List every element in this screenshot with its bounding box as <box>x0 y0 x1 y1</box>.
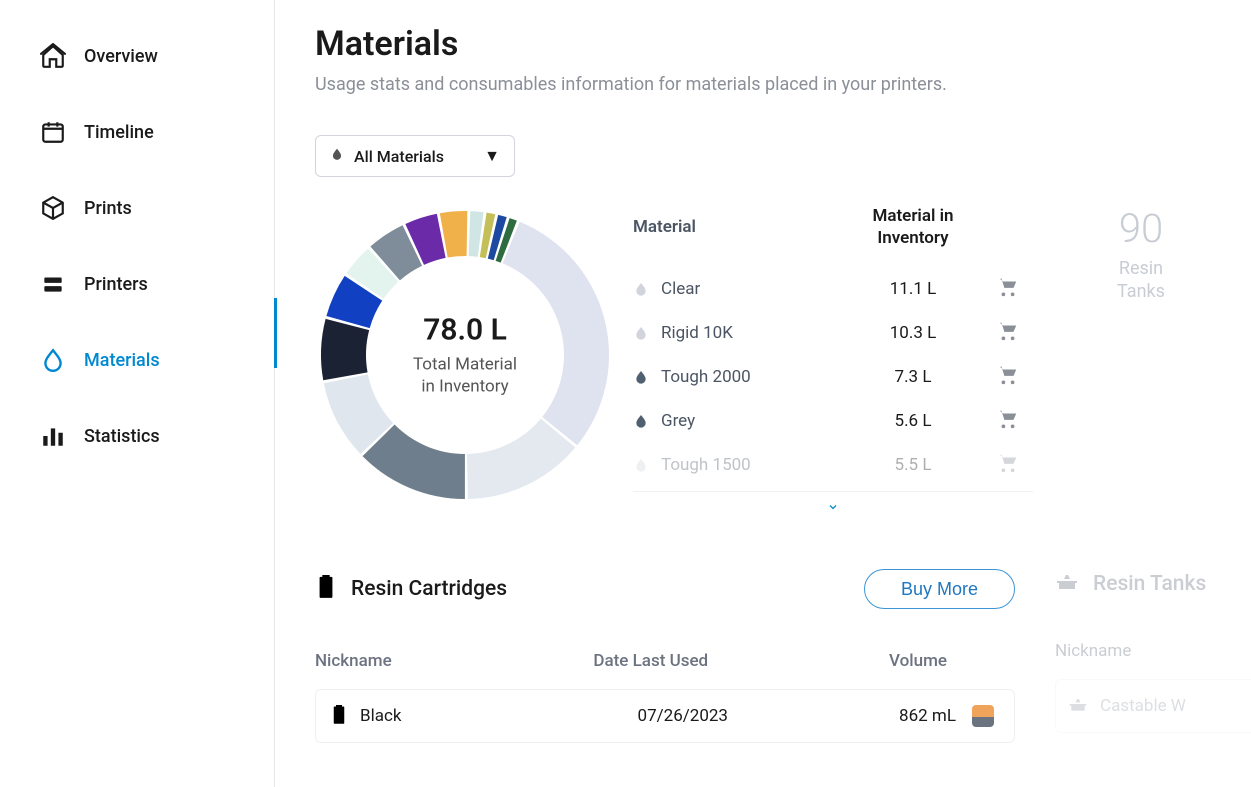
material-amount: 7.3 L <box>843 367 983 387</box>
shop-cart-button[interactable] <box>983 408 1033 435</box>
sidebar-item-label: Printers <box>84 274 148 295</box>
donut-slice[interactable] <box>503 222 609 445</box>
filter-selected-label: All Materials <box>354 147 444 166</box>
cartridge-date: 07/26/2023 <box>579 706 787 726</box>
col-header-volume: Volume <box>750 651 1016 671</box>
material-amount: 5.6 L <box>843 411 983 431</box>
material-amount: 11.1 L <box>843 279 983 299</box>
col-header-material: Material <box>633 205 843 249</box>
cartridge-row[interactable]: Black 07/26/2023 862 mL <box>315 689 1015 743</box>
sidebar: Overview Timeline Prints Printers Materi… <box>0 0 275 787</box>
sidebar-item-label: Prints <box>84 198 132 219</box>
material-name: Clear <box>661 279 700 299</box>
cartridge-volume: 862 mL <box>899 706 956 726</box>
material-row[interactable]: Grey 5.6 L <box>633 399 1033 443</box>
material-row[interactable]: Clear 11.1 L <box>633 267 1033 311</box>
drop-icon <box>330 145 344 167</box>
total-inventory-value: 78.0 L <box>413 312 517 347</box>
main-content: Materials Usage stats and consumables in… <box>275 0 1251 787</box>
col-header-nickname-tanks: Nickname <box>1055 613 1251 679</box>
material-amount: 5.5 L <box>843 455 983 475</box>
resin-tanks-count: 90 <box>1061 209 1221 249</box>
drop-icon <box>40 347 66 373</box>
tank-icon <box>1068 694 1088 719</box>
tank-nickname: Castable W <box>1100 696 1186 716</box>
drop-icon <box>633 279 653 299</box>
bar-chart-icon <box>40 423 66 449</box>
col-header-nickname: Nickname <box>315 651 552 671</box>
material-name: Tough 1500 <box>661 455 751 475</box>
shop-cart-button[interactable] <box>983 364 1033 391</box>
material-name: Tough 2000 <box>661 367 751 387</box>
printer-icon <box>40 271 66 297</box>
material-amount: 10.3 L <box>843 323 983 343</box>
material-filter-select[interactable]: All Materials ▼ <box>315 135 515 177</box>
drop-icon <box>633 455 653 475</box>
cartridge-icon <box>330 703 348 730</box>
total-inventory-label-1: Total Material <box>413 354 517 374</box>
sidebar-item-statistics[interactable]: Statistics <box>0 398 274 474</box>
resin-tanks-label-2: Tanks <box>1117 281 1165 302</box>
page-title: Materials <box>315 24 1251 64</box>
inventory-donut-chart: 78.0 L Total Material in Inventory <box>315 205 615 505</box>
sidebar-item-label: Overview <box>84 46 158 67</box>
home-icon <box>40 43 66 69</box>
drop-icon <box>633 411 653 431</box>
shop-cart-button[interactable] <box>983 452 1033 479</box>
caret-down-icon: ▼ <box>484 146 500 166</box>
volume-level-icon <box>972 705 994 727</box>
material-row[interactable]: Tough 2000 7.3 L <box>633 355 1033 399</box>
sidebar-item-label: Statistics <box>84 426 160 447</box>
col-header-date: Date Last Used <box>552 651 750 671</box>
sidebar-item-overview[interactable]: Overview <box>0 18 274 94</box>
drop-icon <box>633 367 653 387</box>
material-name: Grey <box>661 411 695 431</box>
material-name: Rigid 10K <box>661 323 733 343</box>
tanks-section-title: Resin Tanks <box>1093 572 1206 596</box>
donut-slice[interactable] <box>321 319 369 380</box>
resin-tanks-panel: Resin Tanks Nickname Castable W <box>1055 569 1251 733</box>
resin-tanks-label-1: Resin <box>1119 258 1163 279</box>
expand-table-button[interactable] <box>633 491 1033 517</box>
total-inventory-label-2: in Inventory <box>421 377 508 397</box>
sidebar-item-timeline[interactable]: Timeline <box>0 94 274 170</box>
sidebar-item-label: Materials <box>84 350 160 371</box>
tank-row[interactable]: Castable W <box>1055 679 1251 733</box>
sidebar-item-label: Timeline <box>84 122 154 143</box>
col-header-inventory: Material in Inventory <box>843 205 983 249</box>
material-row[interactable]: Tough 1500 5.5 L <box>633 443 1033 487</box>
shop-cart-button[interactable] <box>983 276 1033 303</box>
cartridge-section-title: Resin Cartridges <box>351 577 507 601</box>
drop-icon <box>633 323 653 343</box>
sidebar-item-materials[interactable]: Materials <box>0 322 274 398</box>
calendar-icon <box>40 119 66 145</box>
page-subtitle: Usage stats and consumables information … <box>315 74 1251 95</box>
sidebar-item-prints[interactable]: Prints <box>0 170 274 246</box>
resin-tanks-count-card[interactable]: 90 Resin Tanks <box>1061 205 1221 304</box>
donut-slice[interactable] <box>467 419 575 499</box>
cube-icon <box>40 195 66 221</box>
resin-cartridges-panel: Resin Cartridges Buy More Nickname Date … <box>315 569 1015 743</box>
cartridge-nickname: Black <box>360 706 402 726</box>
material-row[interactable]: Rigid 10K 10.3 L <box>633 311 1033 355</box>
material-inventory-table: Material Material in Inventory Clear 11.1… <box>633 205 1033 517</box>
tank-icon <box>1055 569 1079 599</box>
shop-cart-button[interactable] <box>983 320 1033 347</box>
buy-more-button[interactable]: Buy More <box>864 569 1015 609</box>
sidebar-item-printers[interactable]: Printers <box>0 246 274 322</box>
cartridge-icon <box>315 573 337 605</box>
